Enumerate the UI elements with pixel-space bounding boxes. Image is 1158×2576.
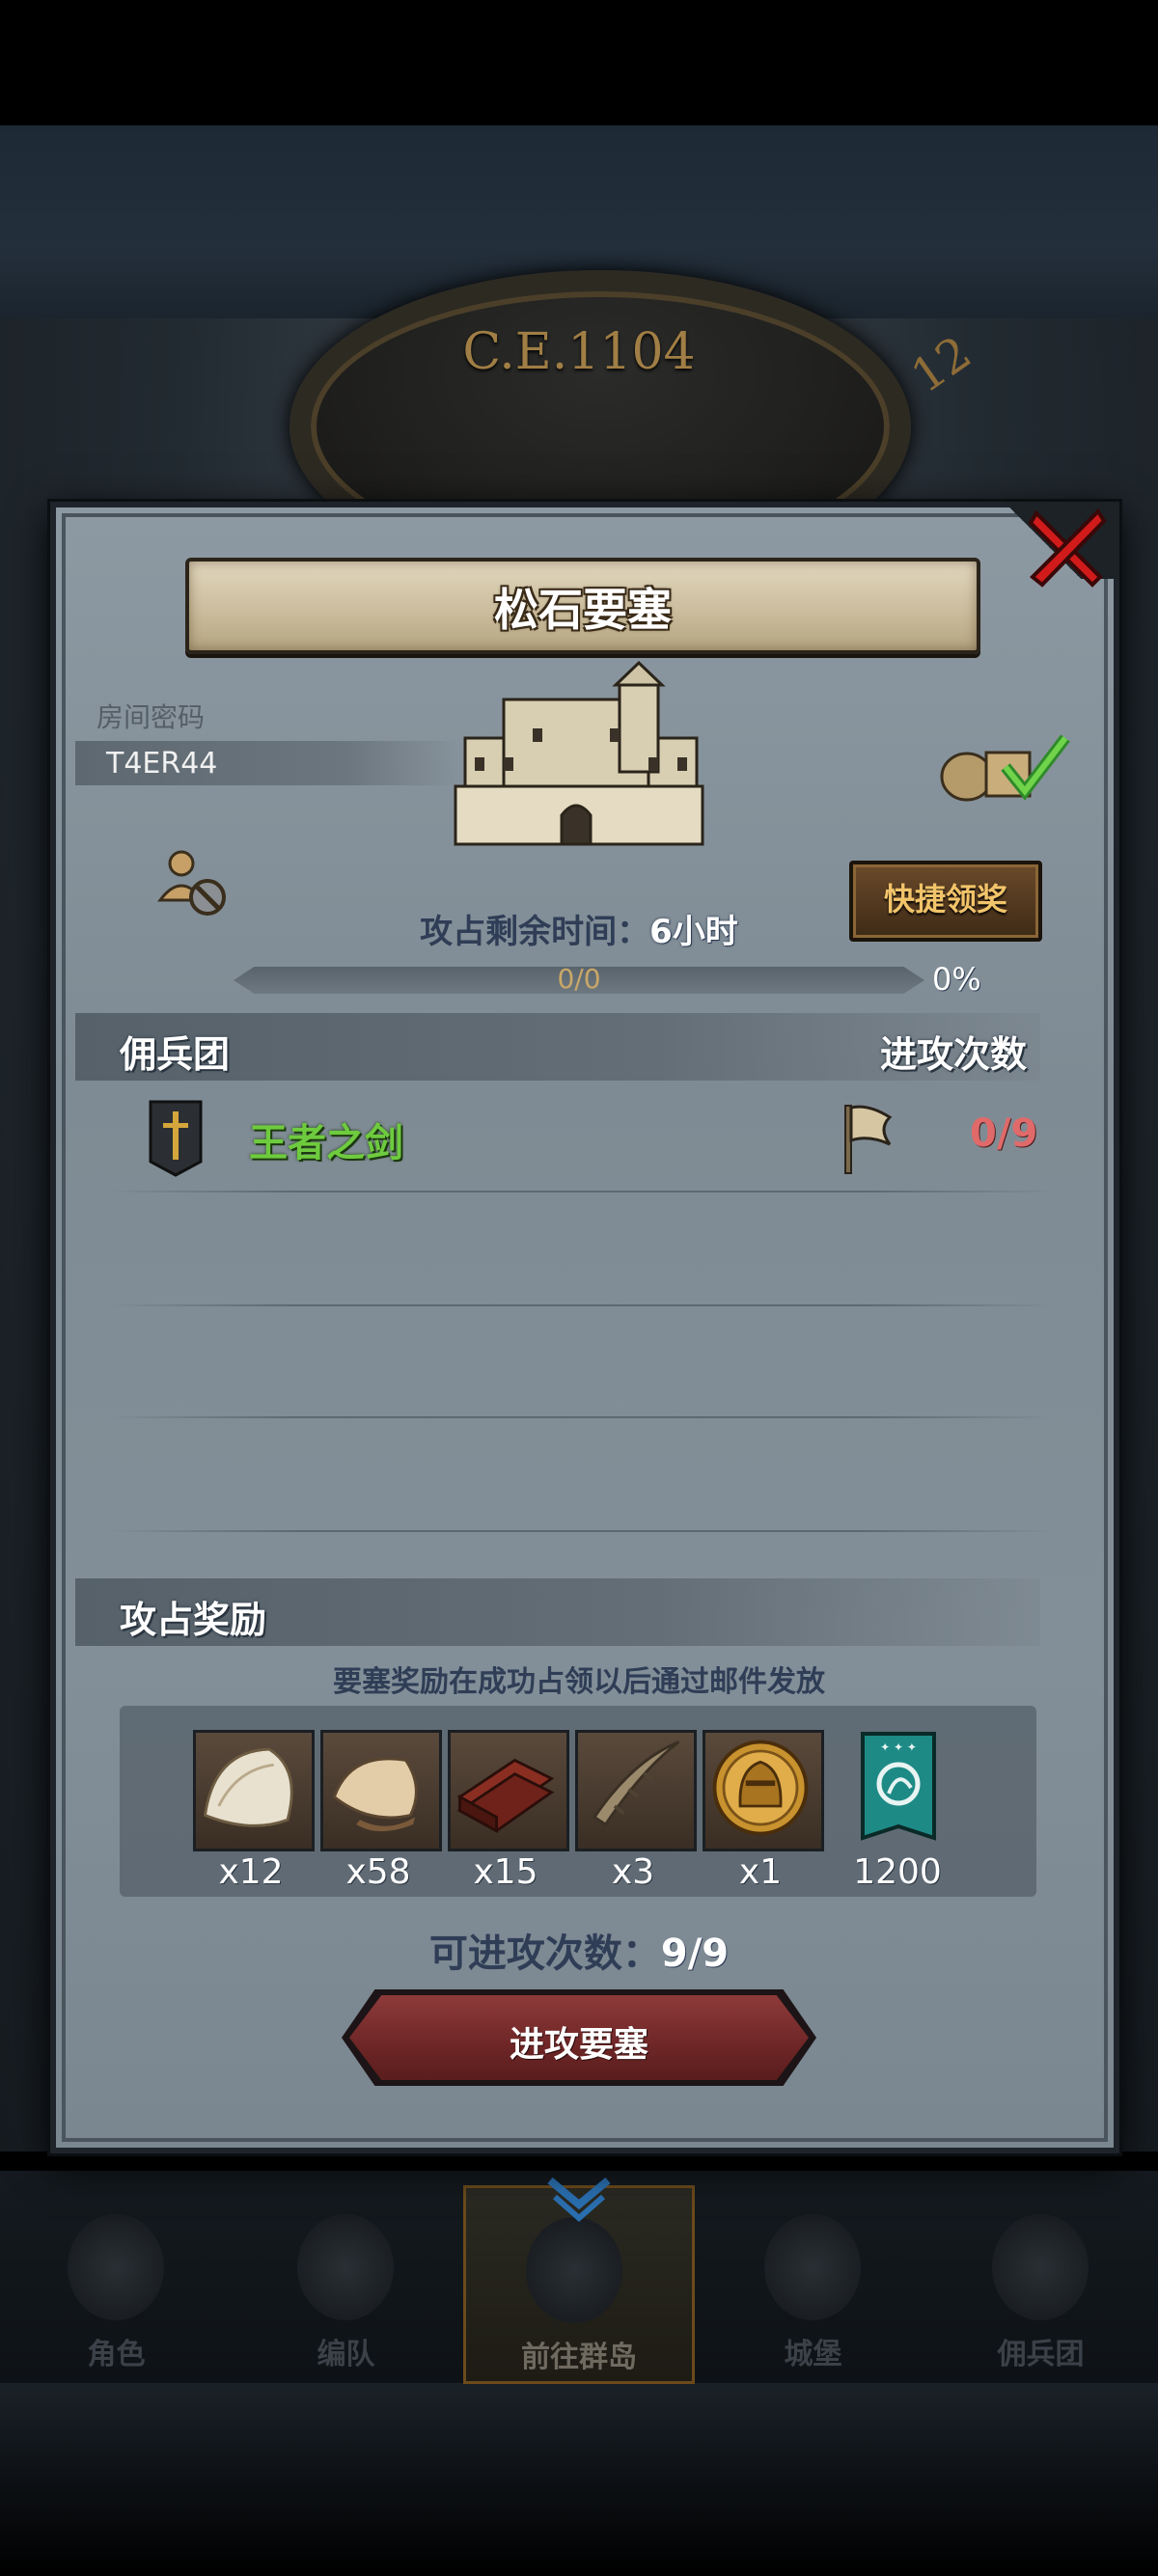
fur-pelt-icon [203, 1747, 293, 1827]
room-code-label: 房间密码 [96, 701, 206, 733]
reward-slot-medal[interactable] [703, 1730, 824, 1851]
guild-banner-icon: ✦ ✦ ✦ [861, 1732, 936, 1841]
row-divider [108, 1191, 1054, 1192]
occupy-time-value: 6小时 [649, 913, 738, 951]
castle-icon [454, 661, 704, 846]
bottom-bar [0, 2383, 1158, 2576]
reward-qty: 1200 [853, 1852, 942, 1892]
nav-tab-castle[interactable]: 城堡 [704, 2185, 922, 2378]
svg-text:✦ ✦ ✦: ✦ ✦ ✦ [880, 1740, 917, 1754]
nav-tab-label: 城堡 [784, 2338, 842, 2371]
dialog-title: 松石要塞 [494, 584, 672, 636]
progress-count: 0/0 [557, 963, 601, 995]
attack-count-header: 进攻次数 [880, 1033, 1028, 1076]
islands-compass-icon [526, 2217, 622, 2323]
character-icon [68, 2214, 164, 2320]
knight-medal-icon [712, 1740, 809, 1836]
occupy-time-label: 攻占剩余时间： [420, 913, 650, 951]
reward-slot-banner[interactable]: ✦ ✦ ✦ [855, 1730, 942, 1846]
castle-nav-icon [764, 2214, 861, 2320]
guild-name: 王者之剑 [249, 1121, 403, 1165]
nav-tab-formation[interactable]: 编队 [237, 2185, 455, 2378]
row-divider [108, 1304, 1054, 1306]
reward-slot-wood[interactable] [448, 1730, 569, 1851]
attacks-available-label: 可进攻次数： [428, 1932, 661, 1976]
nav-tab-label: 前往群岛 [521, 2341, 637, 2374]
era-label: C.E.1104 [462, 323, 696, 381]
row-divider [108, 1416, 1054, 1418]
mercenary-header: 佣兵团 [120, 1033, 231, 1076]
attack-button-label: 进攻要塞 [509, 2025, 648, 2065]
close-button[interactable] [1023, 504, 1110, 590]
nav-tab-label: 佣兵团 [997, 2338, 1085, 2371]
occupy-time: 攻占剩余时间：6小时 [0, 905, 1158, 952]
hide-leather-icon [332, 1757, 418, 1832]
reward-qty: x15 [473, 1852, 538, 1892]
attacks-available: 可进攻次数：9/9 [0, 1922, 1158, 1978]
reward-slot-fur[interactable] [193, 1730, 315, 1851]
attack-fortress-button[interactable]: 进攻要塞 [349, 1995, 809, 2080]
close-icon [1028, 507, 1107, 588]
nav-tab-label: 角色 [87, 2338, 146, 2371]
mercenary-ship-icon [992, 2214, 1089, 2320]
nav-tab-label: 编队 [317, 2338, 375, 2371]
sword-banner-icon [149, 1100, 203, 1177]
row-divider [108, 1530, 1054, 1532]
reward-qty: x58 [345, 1852, 411, 1892]
guild-attack-count: 0/9 [970, 1111, 1038, 1156]
nav-tab-character[interactable]: 角色 [8, 2185, 225, 2378]
nav-tab-mercenary[interactable]: 佣兵团 [932, 2185, 1149, 2378]
reward-header: 攻占奖励 [120, 1599, 267, 1641]
flag-icon [844, 1105, 893, 1174]
reward-note: 要塞奖励在成功占领以后通过邮件发放 [333, 1665, 825, 1699]
wood-planks-icon [456, 1758, 555, 1834]
active-tab-chevron-icon [547, 2177, 611, 2222]
reward-qty: x3 [611, 1852, 655, 1892]
attacks-available-value: 9/9 [660, 1932, 730, 1976]
reward-qty: x1 [738, 1852, 783, 1892]
room-code-value[interactable]: T4ER44 [106, 747, 217, 781]
reward-qty: x12 [218, 1852, 284, 1892]
formation-icon [297, 2214, 394, 2320]
status-bar-area [0, 0, 1158, 125]
loot-bags-checkmark-icon [940, 734, 1070, 802]
title-banner: 松石要塞 [185, 558, 980, 654]
progress-percent: 0% [932, 961, 981, 998]
reward-slot-hide[interactable] [320, 1730, 442, 1851]
reward-slot-horn[interactable] [575, 1730, 697, 1851]
horn-icon [593, 1740, 680, 1826]
